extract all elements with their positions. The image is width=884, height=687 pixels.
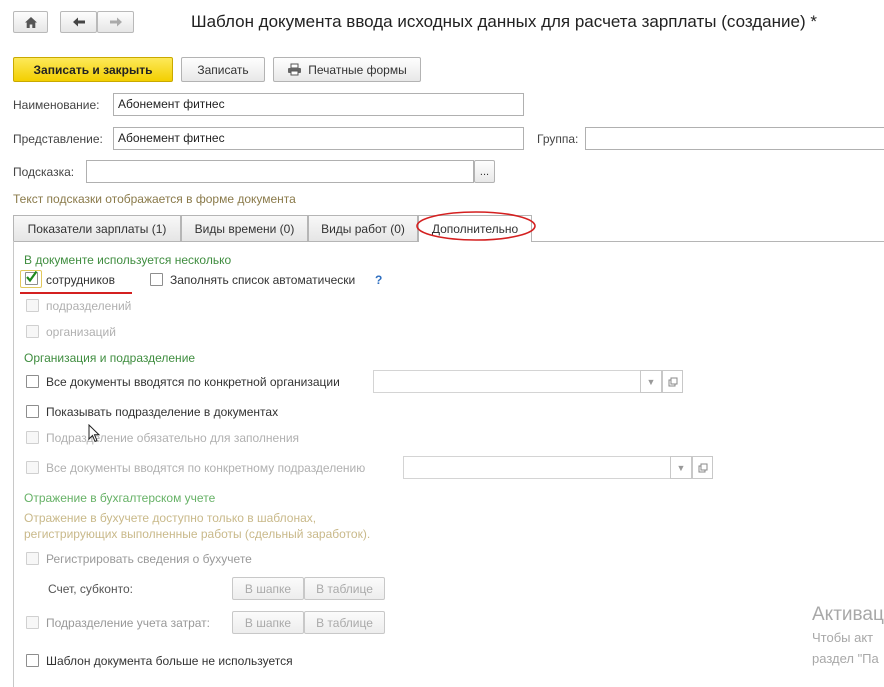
checkmark-icon	[26, 270, 38, 283]
dept-specific-checkbox[interactable]	[26, 461, 39, 474]
organizations-label: организаций	[46, 325, 116, 339]
dept-required-label: Подразделение обязательно для заполнения	[46, 431, 300, 445]
employees-checkbox[interactable]	[25, 270, 38, 285]
help-icon[interactable]: ?	[375, 273, 382, 287]
dept-required-checkbox[interactable]	[26, 431, 39, 444]
accounting-note-line1: Отражение в бухучете доступно только в ш…	[24, 511, 317, 525]
register-accounting-checkbox[interactable]	[26, 552, 39, 565]
annotation-ellipse	[416, 211, 536, 241]
print-forms-button[interactable]: Печатные формы	[273, 57, 421, 82]
accounting-note-line2: регистрирующих выполненные работы (сдель…	[24, 527, 371, 541]
dept-specific-label: Все документы вводятся по конкретному по…	[46, 461, 366, 475]
mouse-cursor-icon	[88, 424, 101, 443]
print-forms-label: Печатные формы	[308, 62, 407, 77]
register-accounting-label: Регистрировать сведения о бухучете	[46, 552, 252, 566]
employees-label[interactable]: сотрудников	[46, 273, 115, 287]
department-dropdown-button[interactable]: ▼	[670, 456, 692, 479]
cost-dept-label: Подразделение учета затрат:	[46, 616, 210, 630]
section-multi: В документе используется несколько	[24, 253, 232, 267]
account-in-header-button[interactable]: В шапке	[232, 577, 304, 600]
tab-work-types[interactable]: Виды работ (0)	[308, 215, 418, 241]
name-label: Наименование:	[13, 98, 100, 112]
watermark-line3: раздел "Па	[812, 651, 879, 666]
group-input[interactable]	[585, 127, 884, 150]
department-open-button[interactable]	[692, 456, 713, 479]
arrow-left-icon	[72, 17, 85, 27]
account-subconto-label: Счет, субконто:	[48, 582, 133, 596]
departments-checkbox[interactable]	[26, 299, 39, 312]
autofill-checkbox[interactable]	[150, 273, 163, 286]
group-label: Группа:	[537, 132, 579, 146]
annotation-underline	[20, 292, 132, 294]
organizations-checkbox[interactable]	[26, 325, 39, 338]
cost-in-table-button[interactable]: В таблице	[304, 611, 385, 634]
cost-in-header-button[interactable]: В шапке	[232, 611, 304, 634]
autofill-label[interactable]: Заполнять список автоматически	[170, 273, 355, 287]
name-input[interactable]: Абонемент фитнес	[113, 93, 524, 116]
save-button[interactable]: Записать	[181, 57, 265, 82]
show-dept-label[interactable]: Показывать подразделение в документах	[46, 405, 278, 419]
show-dept-checkbox[interactable]	[26, 405, 39, 418]
organization-select[interactable]	[373, 370, 641, 393]
representation-input[interactable]: Абонемент фитнес	[113, 127, 524, 150]
open-icon	[668, 377, 677, 386]
hint-label: Подсказка:	[13, 165, 75, 179]
save-and-close-button[interactable]: Записать и закрыть	[13, 57, 173, 82]
printer-icon	[288, 63, 302, 76]
home-button[interactable]	[13, 11, 48, 33]
watermark-line1: Активац	[812, 604, 884, 625]
section-accounting: Отражение в бухгалтерском учете	[24, 491, 216, 505]
department-select[interactable]	[403, 456, 671, 479]
page-title: Шаблон документа ввода исходных данных д…	[191, 12, 817, 31]
departments-label: подразделений	[46, 299, 132, 313]
template-unused-checkbox[interactable]	[26, 654, 39, 667]
home-icon	[24, 16, 37, 28]
representation-label: Представление:	[13, 132, 103, 146]
arrow-right-icon	[109, 17, 122, 27]
cost-dept-checkbox[interactable]	[26, 616, 39, 629]
back-button[interactable]	[60, 11, 97, 33]
section-org-dept: Организация и подразделение	[24, 351, 196, 365]
forward-button[interactable]	[97, 11, 134, 33]
open-icon	[698, 463, 707, 472]
organization-dropdown-button[interactable]: ▼	[640, 370, 662, 393]
tab-panel-left-border	[13, 241, 14, 687]
template-unused-label[interactable]: Шаблон документа больше не используется	[46, 654, 293, 668]
hint-select-button[interactable]: ...	[474, 160, 495, 183]
account-in-table-button[interactable]: В таблице	[304, 577, 385, 600]
watermark-line2: Чтобы акт	[812, 630, 874, 645]
org-specific-label[interactable]: Все документы вводятся по конкретной орг…	[46, 375, 340, 389]
organization-open-button[interactable]	[662, 370, 683, 393]
hint-input[interactable]	[86, 160, 474, 183]
org-specific-checkbox[interactable]	[26, 375, 39, 388]
tab-time-types[interactable]: Виды времени (0)	[181, 215, 308, 241]
hint-note: Текст подсказки отображается в форме док…	[13, 192, 296, 206]
tab-salary-indicators[interactable]: Показатели зарплаты (1)	[13, 215, 181, 241]
